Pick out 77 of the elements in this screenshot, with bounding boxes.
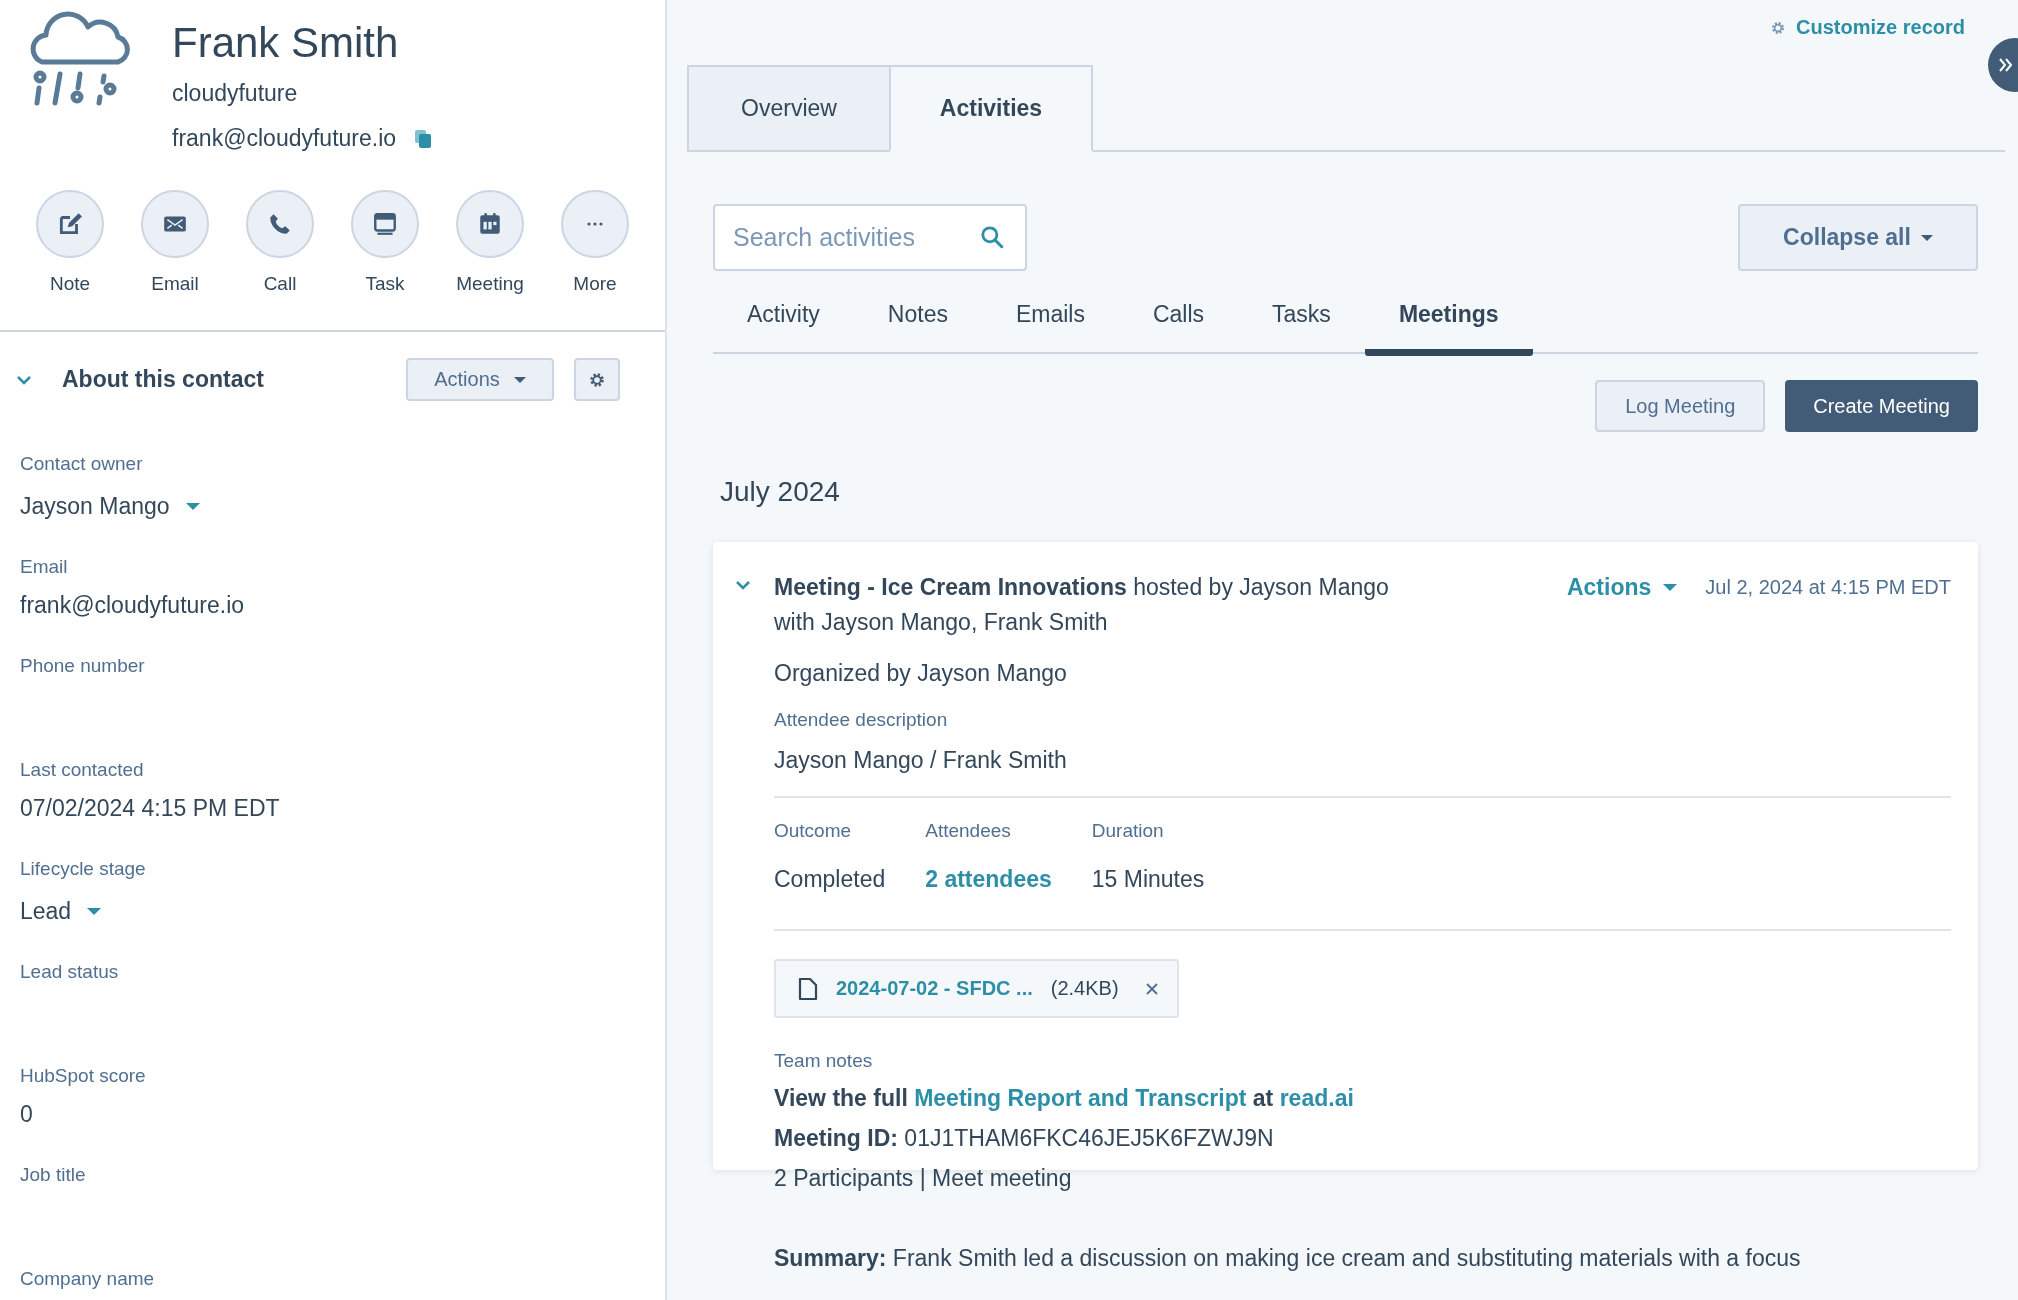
pencil-square-icon [57,211,83,237]
filter-tab[interactable]: Notes [853,291,982,356]
note-text: 2 Participants | Meet meeting [774,1164,1073,1192]
action-label: Call [263,273,297,295]
search-field[interactable]: Search activities [713,204,1027,271]
note-text: View the full Meeting Report and Transcript at read.ai [774,1084,1355,1112]
field-label: HubSpot score [20,1065,147,1087]
field-label: Team notes [774,1050,874,1072]
log-meeting-button[interactable]: Log Meeting [1595,380,1766,432]
dots-icon [587,222,603,226]
customize-record-link[interactable]: Customize record [1770,16,1965,39]
chevron-icon[interactable] [735,580,751,590]
note-link[interactable]: read.ai [1279,1085,1354,1111]
section-title: About this contact [62,366,265,393]
meeting-date: Jul 2, 2024 at 4:15 PM EDT [1705,576,1951,599]
gear-icon [588,370,606,389]
note-text: Summary: Frank Smith led a discussion on making ice cream and substituting materials with a focus [774,1244,1802,1272]
stat-label: Duration [1091,820,1165,842]
contact-email: frank@cloudyfuture.io [172,125,397,152]
action-label: Email [151,273,199,295]
actions-menu-button[interactable]: Actions [1566,574,1678,601]
attachment-link[interactable]: 2024-07-02 - SFDC ... [836,977,1033,1000]
note-text: Meeting ID: 01J1THAM6FKC46JEJ5K6FZWJ9N [774,1124,1275,1152]
field-value: 0 [20,1101,34,1128]
filter-tab[interactable]: Tasks [1238,291,1365,356]
double-chevron-icon [1998,57,2014,73]
field-label: Lead status [20,961,120,983]
filter-tab[interactable]: Emails [981,291,1119,356]
field-label: Email [20,556,69,578]
filter-tab[interactable]: Calls [1118,291,1239,356]
contact-name: Frank Smith [172,18,400,68]
close-icon [1144,981,1159,996]
file-size: (2.4KB) [1050,977,1119,1000]
calendar-icon [477,211,503,237]
file-icon [798,976,818,1001]
action-label: Meeting [456,273,524,295]
screen-icon [372,211,398,237]
actions-button[interactable]: Actions [406,358,554,401]
attendee-description: Jayson Mango / Frank Smith [774,747,1951,798]
field-label: Contact owner [20,453,144,475]
stat-value: 15 Minutes [1091,866,1205,893]
action-label: Note [49,273,91,295]
field-label: Phone number [20,655,146,677]
search-icon [979,224,1005,250]
filter-tab[interactable]: Meetings [1364,291,1533,356]
action-label: Task [365,273,405,295]
gear-icon [1770,19,1787,36]
organizer-text: Organized by Jayson Mango [774,660,1068,687]
field-label: Company name [20,1268,156,1290]
field-label: Last contacted [20,759,145,781]
stat-label: Outcome [774,820,853,842]
field-value: 07/02/2024 4:15 PM EDT [20,795,281,822]
meeting-participants: with Jayson Mango, Frank Smith [774,608,1109,637]
copy-icon [414,128,433,149]
field-label: Lifecycle stage [20,858,147,880]
create-meeting-button[interactable]: Create Meeting [1785,380,1978,432]
chevron-icon[interactable] [16,374,32,385]
dropdown-value[interactable]: Jayson Mango [20,493,645,520]
field-value: frank@cloudyfuture.io [20,592,246,619]
phone-icon [267,211,293,237]
action-label: More [573,273,617,295]
meeting-title: Meeting - Ice Cream Innovations hosted by Jayson Mango [774,573,1390,602]
dropdown-value[interactable]: Lead [20,898,645,925]
settings-button[interactable] [574,358,620,401]
stat-value: Completed [774,866,886,893]
record-tab[interactable]: Activities [889,65,1093,152]
record-tab[interactable]: Overview [687,65,891,152]
stat-label: Attendees [925,820,1012,842]
note-link[interactable]: Meeting Report and Transcript [914,1085,1247,1111]
attendees-link[interactable]: 2 attendees [925,866,1052,893]
filter-tab[interactable]: Activity [713,291,854,356]
month-heading: July 2024 [720,476,841,508]
field-label: Job title [20,1164,87,1186]
collapse-all-button[interactable]: Collapse all [1738,204,1978,271]
company-name: cloudyfuture [172,80,299,107]
close-button[interactable] [1144,981,1159,996]
field-label: Attendee description [774,709,949,731]
